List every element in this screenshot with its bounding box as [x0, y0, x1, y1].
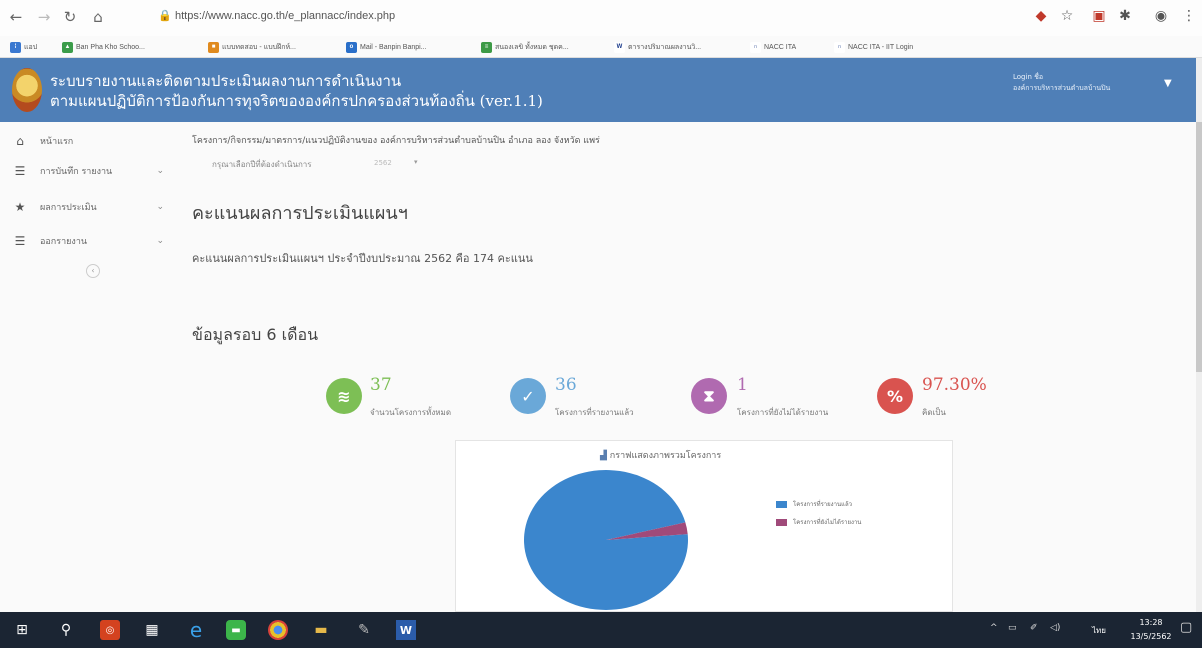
legend-item-reported[interactable]: โครงการที่รายงานแล้ว: [776, 499, 852, 509]
windows-start-icon[interactable]: ⊞: [12, 620, 32, 640]
search-icon[interactable]: ⚲: [56, 620, 76, 640]
legend-label: โครงการที่ยังไม่ได้รายงาน: [793, 519, 862, 526]
pie-slice-0[interactable]: [523, 469, 688, 610]
network-icon[interactable]: ▭: [1008, 623, 1017, 633]
notification-icon[interactable]: ▢: [1180, 620, 1192, 635]
clock-time[interactable]: 13:28: [1131, 618, 1171, 627]
taskbar: ⊞ ⚲ ◎ ▦ e ▬ ▬ ✎ W ^ ▭ ✐ ◁) ไทย 13:28 13/…: [0, 612, 1202, 648]
word-icon[interactable]: W: [396, 620, 416, 640]
line-app-icon[interactable]: ▬: [226, 620, 246, 640]
calculator-icon[interactable]: ▦: [142, 620, 162, 640]
file-explorer-icon[interactable]: ▬: [311, 620, 331, 640]
pie-chart: [523, 469, 688, 610]
tool-icon[interactable]: ✎: [354, 620, 374, 640]
chrome-icon[interactable]: [268, 620, 288, 640]
internet-explorer-icon[interactable]: e: [186, 618, 206, 642]
language-indicator[interactable]: ไทย: [1092, 624, 1106, 637]
legend-item-pending[interactable]: โครงการที่ยังไม่ได้รายงาน: [776, 517, 861, 527]
legend-swatch: [776, 500, 787, 508]
chevron-up-icon[interactable]: ^: [990, 623, 998, 633]
scrollbar-thumb[interactable]: [1196, 122, 1202, 372]
legend-label: โครงการที่รายงานแล้ว: [793, 501, 852, 508]
app-icon-office[interactable]: ◎: [100, 620, 120, 640]
volume-icon[interactable]: ◁): [1050, 623, 1060, 633]
pen-icon[interactable]: ✐: [1030, 623, 1038, 633]
clock-date[interactable]: 13/5/2562: [1125, 632, 1177, 641]
legend-swatch: [776, 518, 787, 526]
